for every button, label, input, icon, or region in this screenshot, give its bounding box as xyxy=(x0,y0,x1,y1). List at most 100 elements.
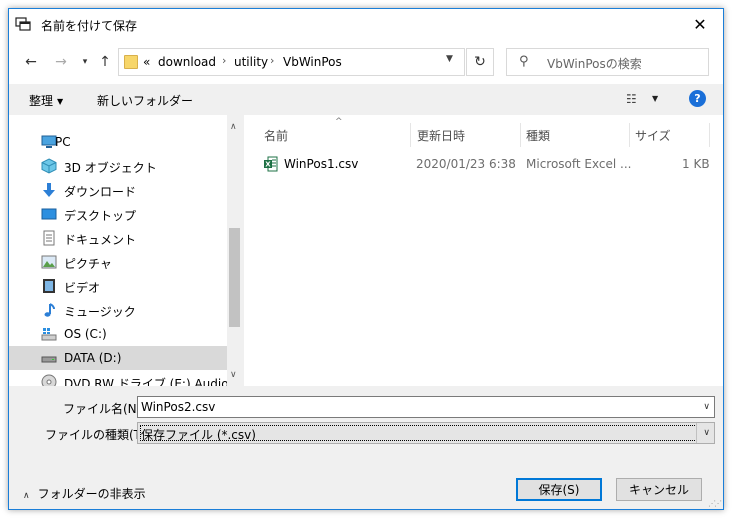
nav-label: ピクチャ xyxy=(64,257,112,271)
nav-label: PC xyxy=(55,135,71,149)
nav-item-desktop[interactable]: デスクトップ xyxy=(9,202,227,226)
close-button[interactable]: ✕ xyxy=(677,9,723,40)
organize-menu[interactable]: 整理 ▼ xyxy=(29,92,63,109)
nav-item-pc[interactable]: PC xyxy=(9,130,227,154)
nav-item-drive-d[interactable]: DATA (D:) xyxy=(9,346,227,370)
forward-arrow-icon[interactable]: → xyxy=(51,52,71,72)
save-button[interactable]: 保存(S) xyxy=(516,478,602,501)
column-header-name[interactable]: 名前 xyxy=(264,127,288,144)
file-type: Microsoft Excel ... xyxy=(526,157,632,171)
desktop-icon xyxy=(41,208,57,220)
refresh-icon[interactable]: ↻ xyxy=(466,48,494,76)
scroll-down-icon[interactable]: ∨ xyxy=(230,370,237,380)
folder-icon xyxy=(124,55,138,69)
file-list-pane: ^ 名前 更新日時 種類 サイズ X WinPos1.csv 2020/01/2… xyxy=(244,115,723,386)
chevron-down-icon[interactable]: ∨ xyxy=(703,428,710,438)
column-divider[interactable] xyxy=(520,123,521,147)
chevron-down-icon: ▼ xyxy=(57,97,64,106)
breadcrumb-separator[interactable]: › xyxy=(222,54,226,67)
filename-label: ファイル名(N): xyxy=(63,402,146,416)
music-icon xyxy=(44,303,55,317)
view-details-icon[interactable]: ☷ xyxy=(626,92,637,106)
scrollbar-thumb[interactable] xyxy=(229,228,240,327)
scroll-up-icon[interactable]: ∧ xyxy=(230,122,237,132)
nav-label: デスクトップ xyxy=(64,209,137,223)
nav-label: ドキュメント xyxy=(64,233,137,247)
pictures-icon xyxy=(41,255,57,269)
file-name: WinPos1.csv xyxy=(284,157,359,171)
breadcrumb-separator[interactable]: › xyxy=(270,54,274,67)
documents-icon xyxy=(43,230,55,246)
resize-grip-icon[interactable]: ⋰⋰ xyxy=(708,499,722,508)
filename-value[interactable]: WinPos2.csv xyxy=(141,400,215,414)
hide-folders-toggle[interactable]: ∧ フォルダーの非表示 xyxy=(23,485,146,502)
filetype-value[interactable]: 保存ファイル (*.csv) xyxy=(141,426,256,443)
breadcrumb-vbwinpos[interactable]: VbWinPos xyxy=(283,55,342,69)
chevron-up-icon: ∧ xyxy=(23,491,30,501)
nav-item-videos[interactable]: ビデオ xyxy=(9,274,227,298)
save-as-dialog: 名前を付けて保存 ✕ ← → ▾ ↑ « download › utility … xyxy=(8,8,724,510)
download-icon xyxy=(43,183,55,197)
nav-item-dvd-drive[interactable]: DVD RW ドライブ (E:) Audio CD xyxy=(9,370,242,386)
save-dialog-icon xyxy=(15,17,31,31)
view-options-chevron-icon[interactable]: ▼ xyxy=(652,94,658,103)
nav-label: OS (C:) xyxy=(64,327,107,341)
address-bar[interactable]: « download › utility › VbWinPos ▼ xyxy=(118,48,465,76)
nav-item-music[interactable]: ミュージック xyxy=(9,298,227,322)
file-size: 1 KB xyxy=(682,157,710,171)
address-dropdown-icon[interactable]: ▼ xyxy=(446,54,453,64)
breadcrumb-utility[interactable]: utility xyxy=(234,55,268,69)
sort-ascending-icon: ^ xyxy=(335,117,343,127)
nav-label: ビデオ xyxy=(64,281,101,295)
cancel-button[interactable]: キャンセル xyxy=(616,478,702,501)
3d-objects-icon xyxy=(41,158,57,174)
search-box[interactable]: ⚲ VbWinPosの検索 xyxy=(506,48,709,76)
navigation-bar: ← → ▾ ↑ « download › utility › VbWinPos … xyxy=(9,40,723,84)
column-divider[interactable] xyxy=(629,123,630,147)
navigation-pane: PC 3D オブジェクト ダウンロード デスクトップ ドキュメント ピクチャ ビ… xyxy=(9,115,242,386)
drive-c-icon xyxy=(41,328,57,341)
video-icon xyxy=(43,279,55,293)
hide-folders-label: フォルダーの非表示 xyxy=(37,487,146,501)
help-icon[interactable]: ? xyxy=(689,90,706,107)
nav-item-downloads[interactable]: ダウンロード xyxy=(9,178,227,202)
navigation-pane-scrollbar[interactable]: ∧ ∨ xyxy=(227,115,242,386)
command-bar: 整理 ▼ 新しいフォルダー ☷ ▼ ? xyxy=(9,84,723,115)
filename-field[interactable]: WinPos2.csv ∨ xyxy=(137,396,715,418)
search-icon: ⚲ xyxy=(519,54,529,69)
drive-d-icon xyxy=(41,356,57,363)
nav-item-3d-objects[interactable]: 3D オブジェクト xyxy=(9,154,227,178)
nav-item-drive-c[interactable]: OS (C:) xyxy=(9,322,227,346)
nav-item-pictures[interactable]: ピクチャ xyxy=(9,250,227,274)
nav-item-documents[interactable]: ドキュメント xyxy=(9,226,227,250)
back-arrow-icon[interactable]: ← xyxy=(21,52,41,72)
column-header-size[interactable]: サイズ xyxy=(635,127,671,144)
file-date: 2020/01/23 6:38 xyxy=(416,157,516,171)
nav-label: ミュージック xyxy=(64,305,136,319)
recent-locations-chevron-icon[interactable]: ▾ xyxy=(75,52,95,72)
column-header-date[interactable]: 更新日時 xyxy=(417,127,465,144)
column-divider[interactable] xyxy=(709,123,710,147)
file-row[interactable]: X WinPos1.csv 2020/01/23 6:38 Microsoft … xyxy=(264,153,710,175)
title-bar: 名前を付けて保存 ✕ xyxy=(9,9,723,40)
nav-label: ダウンロード xyxy=(64,185,137,199)
new-folder-button[interactable]: 新しいフォルダー xyxy=(97,92,193,109)
nav-label: 3D オブジェクト xyxy=(64,161,157,175)
nav-label: DATA (D:) xyxy=(64,351,122,365)
window-title: 名前を付けて保存 xyxy=(41,19,138,33)
filetype-select[interactable]: 保存ファイル (*.csv) ∨ xyxy=(137,422,715,444)
up-arrow-icon[interactable]: ↑ xyxy=(95,52,115,72)
column-divider[interactable] xyxy=(410,123,411,147)
filetype-label: ファイルの種類(T): xyxy=(45,428,150,442)
dvd-drive-icon xyxy=(41,374,57,386)
save-form-area: ファイル名(N): WinPos2.csv ∨ ファイルの種類(T): 保存ファ… xyxy=(9,386,723,509)
breadcrumb-download[interactable]: download xyxy=(158,55,216,69)
svg-text:X: X xyxy=(265,161,271,169)
breadcrumb-overflow[interactable]: « xyxy=(143,55,150,69)
organize-label: 整理 xyxy=(29,94,54,108)
search-placeholder[interactable]: VbWinPosの検索 xyxy=(547,55,642,72)
column-header-type[interactable]: 種類 xyxy=(526,127,550,144)
nav-label: DVD RW ドライブ (E:) Audio CD xyxy=(64,377,242,386)
chevron-down-icon[interactable]: ∨ xyxy=(703,402,710,412)
excel-file-icon: X xyxy=(264,156,278,172)
